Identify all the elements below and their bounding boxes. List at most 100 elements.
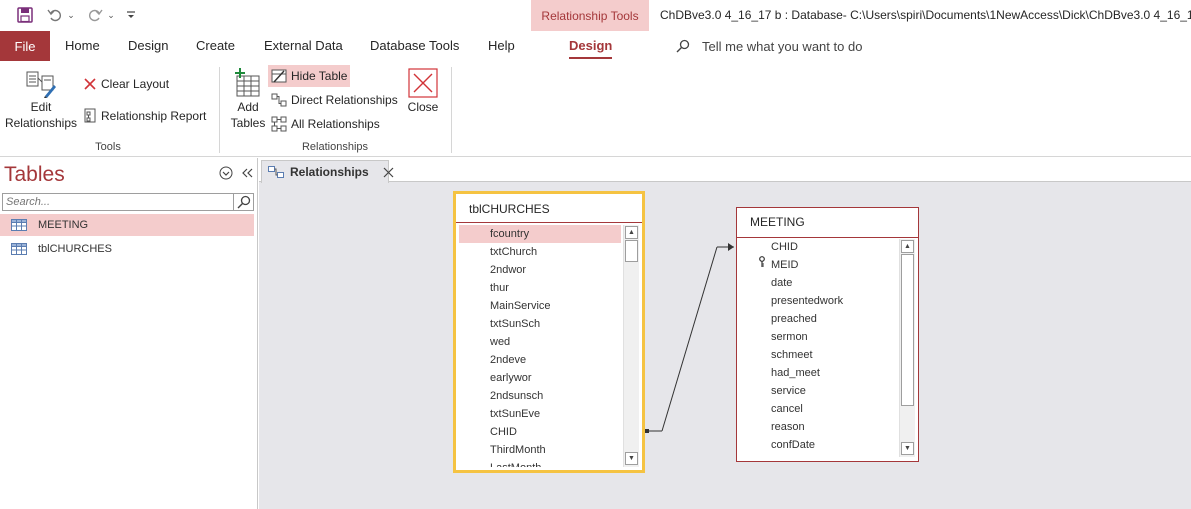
tools-group-label: Tools — [95, 141, 121, 153]
edit-relationships-label-2: Relationships — [4, 116, 78, 130]
tab-relationships-document[interactable]: Relationships — [261, 160, 394, 183]
add-tables-icon — [233, 67, 263, 99]
scroll-down-icon[interactable]: ▼ — [625, 452, 638, 465]
field-row[interactable]: txtSunEve — [459, 405, 621, 423]
nav-search-box[interactable] — [2, 193, 234, 211]
tell-me-text: Tell me what you want to do — [702, 38, 863, 54]
field-row[interactable]: presentedwork — [740, 292, 899, 310]
relationships-canvas[interactable]: tblCHURCHES fcountry txtChurch 2ndwor th… — [259, 182, 1191, 509]
field-row[interactable]: cancel — [740, 400, 899, 418]
field-row[interactable]: reason — [740, 418, 899, 436]
close-button[interactable]: Close — [404, 67, 442, 115]
field-row[interactable]: had_meet — [740, 364, 899, 382]
field-row[interactable]: CHID — [459, 423, 621, 441]
undo-icon[interactable] — [44, 5, 66, 25]
field-row[interactable]: MainService — [459, 297, 621, 315]
field-list-scrollbar[interactable]: ▲ ▼ — [623, 225, 639, 467]
field-row[interactable]: preached — [740, 310, 899, 328]
field-list-separator — [456, 222, 642, 223]
add-tables-label-1: Add — [237, 100, 259, 114]
all-relationships-button[interactable]: All Relationships — [268, 113, 383, 135]
add-tables-button[interactable]: Add Tables — [228, 67, 268, 131]
field-row-primary-key[interactable]: MEID — [740, 256, 899, 274]
shutter-bar-collapse-icon[interactable] — [241, 166, 253, 180]
field-row[interactable]: txtSunSch — [459, 315, 621, 333]
scroll-down-icon[interactable]: ▼ — [901, 442, 914, 455]
nav-search-button[interactable] — [234, 193, 254, 211]
field-row[interactable]: service — [740, 382, 899, 400]
field-row[interactable]: 2ndsunsch — [459, 387, 621, 405]
all-relationships-icon — [271, 116, 287, 132]
table-icon — [11, 219, 27, 231]
tab-create[interactable]: Create — [196, 31, 235, 61]
save-icon[interactable] — [14, 5, 36, 25]
nav-item-meeting[interactable]: MEETING — [0, 214, 254, 236]
title-bar: ⌄ ⌄ Relationship Tools ChDBve3.0 4_16_17… — [0, 0, 1191, 31]
field-row[interactable]: confDate — [740, 436, 899, 454]
scroll-up-icon[interactable]: ▲ — [901, 240, 914, 253]
tab-external-data[interactable]: External Data — [264, 31, 343, 61]
clear-layout-button[interactable]: Clear Layout — [80, 73, 172, 95]
file-tab[interactable]: File — [0, 31, 50, 61]
redo-icon[interactable] — [84, 5, 106, 25]
relationships-tab-icon — [268, 166, 284, 178]
tab-design[interactable]: Design — [128, 31, 168, 61]
field-list-title[interactable]: tblCHURCHES — [456, 200, 642, 218]
hide-table-button[interactable]: Hide Table — [268, 65, 351, 87]
scroll-thumb[interactable] — [625, 240, 638, 262]
add-tables-label-2: Tables — [230, 116, 266, 130]
relationship-tools-context-label: Relationship Tools — [531, 0, 649, 31]
tab-home[interactable]: Home — [65, 31, 100, 61]
nav-item-label: tblCHURCHES — [38, 243, 112, 255]
nav-search-input[interactable] — [3, 194, 233, 210]
field-list-title[interactable]: MEETING — [737, 213, 918, 231]
field-row-selected[interactable]: fcountry — [459, 225, 621, 243]
edit-relationships-button[interactable]: Edit Relationships — [4, 67, 78, 131]
field-row[interactable]: CHID — [740, 238, 899, 256]
hide-table-label: Hide Table — [291, 69, 348, 83]
report-icon — [83, 108, 97, 124]
nav-item-label: MEETING — [38, 219, 89, 231]
relationships-group-label: Relationships — [301, 141, 369, 153]
field-row[interactable]: sermon — [740, 328, 899, 346]
field-row[interactable]: schmeet — [740, 346, 899, 364]
field-row[interactable]: thur — [459, 279, 621, 297]
field-row[interactable]: ThirdMonth — [459, 441, 621, 459]
search-icon — [676, 39, 690, 53]
access-window: ⌄ ⌄ Relationship Tools ChDBve3.0 4_16_17… — [0, 0, 1191, 509]
relationship-join-line[interactable] — [259, 182, 1191, 509]
tell-me-box[interactable]: Tell me what you want to do — [676, 31, 862, 61]
tab-database-tools[interactable]: Database Tools — [370, 31, 459, 61]
field-list-tblchurches[interactable]: tblCHURCHES fcountry txtChurch 2ndwor th… — [453, 191, 645, 473]
field-row[interactable]: wed — [459, 333, 621, 351]
direct-relationships-button[interactable]: Direct Relationships — [268, 89, 401, 111]
nav-item-tblchurches[interactable]: tblCHURCHES — [0, 238, 254, 260]
customize-qat-icon[interactable] — [124, 5, 138, 25]
ribbon: Edit Relationships Clear Layout Relation… — [0, 61, 1191, 157]
navigation-pane: Tables MEETING tblCHU — [0, 158, 258, 509]
close-tab-icon[interactable] — [383, 167, 394, 178]
field-row[interactable]: LastMonth — [459, 459, 621, 467]
field-row[interactable]: earlywor — [459, 369, 621, 387]
nav-pane-title: Tables — [4, 163, 65, 186]
field-row[interactable]: date — [740, 274, 899, 292]
document-tab-label: Relationships — [290, 165, 369, 179]
all-relationships-label: All Relationships — [291, 117, 380, 131]
field-row[interactable]: 2ndwor — [459, 261, 621, 279]
field-row[interactable]: txtChurch — [459, 243, 621, 261]
redo-dropdown-icon[interactable]: ⌄ — [106, 5, 116, 25]
nav-menu-dropdown-icon[interactable] — [219, 166, 233, 180]
close-label: Close — [407, 100, 439, 114]
relationship-report-button[interactable]: Relationship Report — [80, 105, 209, 127]
field-list-meeting[interactable]: MEETING CHID MEID date presentedwork pre… — [736, 207, 919, 462]
document-title: ChDBve3.0 4_16_17 b : Database- C:\Users… — [660, 8, 1191, 22]
hide-table-icon — [271, 68, 287, 84]
field-row[interactable]: 2ndeve — [459, 351, 621, 369]
scroll-thumb[interactable] — [901, 254, 914, 406]
edit-relationships-label-1: Edit — [30, 100, 52, 114]
field-list-scrollbar[interactable]: ▲ ▼ — [899, 239, 915, 457]
tab-help[interactable]: Help — [488, 31, 515, 61]
scroll-up-icon[interactable]: ▲ — [625, 226, 638, 239]
undo-dropdown-icon[interactable]: ⌄ — [66, 5, 76, 25]
tab-relationship-design[interactable]: Design — [569, 31, 613, 61]
